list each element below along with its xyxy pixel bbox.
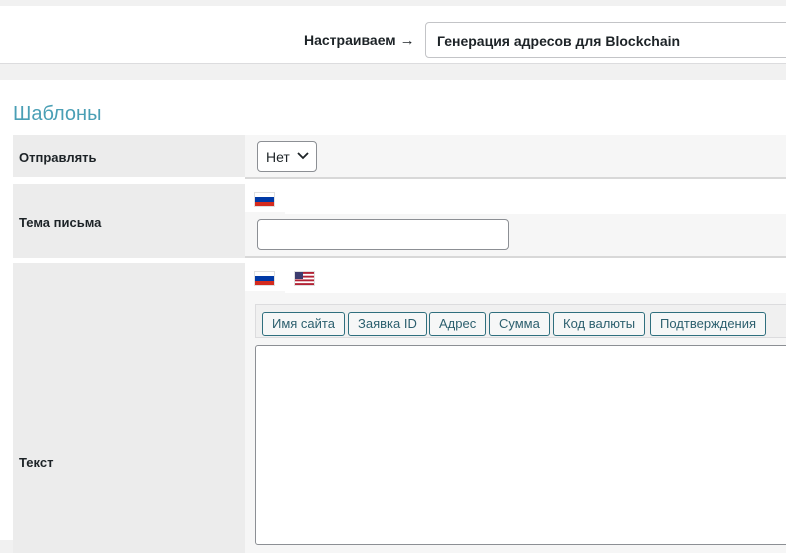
lang-tab-ru[interactable] <box>245 263 285 291</box>
send-row-content: Нет <box>245 135 786 177</box>
top-bar: Настраиваем → Генерация адресов для Block… <box>0 6 786 64</box>
arrow-icon: → <box>399 32 415 49</box>
text-row-label: Текст <box>13 263 245 553</box>
configuring-label: Настраиваем → <box>304 32 415 49</box>
tag-button-site-name[interactable]: Имя сайта <box>262 312 345 336</box>
tag-button-address[interactable]: Адрес <box>429 312 487 336</box>
lang-tab-en[interactable] <box>285 263 325 291</box>
text-row-content: Имя сайта Заявка ID Адрес Сумма Код валю… <box>245 263 786 553</box>
module-select[interactable]: Генерация адресов для Blockchain <box>425 22 786 58</box>
lang-tabs-bar <box>285 184 786 214</box>
subject-row-label: Тема письма <box>13 184 245 258</box>
subject-label: Тема письма <box>19 215 102 230</box>
text-editor[interactable] <box>255 345 786 545</box>
tag-button-amount[interactable]: Сумма <box>489 312 550 336</box>
module-select-value: Генерация адресов для Blockchain <box>437 33 681 49</box>
send-label: Отправлять <box>19 150 97 165</box>
subject-row-content <box>245 184 786 258</box>
chevron-down-icon <box>297 152 309 160</box>
send-select-value: Нет <box>266 149 290 165</box>
russia-flag-icon <box>255 272 274 285</box>
section-title: Шаблоны <box>13 103 102 125</box>
send-row-label: Отправлять <box>13 135 245 177</box>
russia-flag-icon <box>255 193 274 206</box>
send-select[interactable]: Нет <box>257 141 317 172</box>
lang-tabs-bar <box>285 263 786 293</box>
templates-panel: Шаблоны Отправлять Нет Тема письма Текст… <box>0 80 786 553</box>
configuring-text: Настраиваем <box>304 32 396 48</box>
subject-input[interactable] <box>257 219 509 250</box>
tag-button-currency-code[interactable]: Код валюты <box>553 312 646 336</box>
divider <box>245 256 786 258</box>
divider <box>245 177 786 179</box>
tag-toolbar: Имя сайта Заявка ID Адрес Сумма Код валю… <box>255 304 786 338</box>
tag-button-confirmations[interactable]: Подтверждения <box>650 312 767 336</box>
usa-flag-icon <box>295 272 314 285</box>
tag-button-order-id[interactable]: Заявка ID <box>348 312 427 336</box>
lang-tab-ru[interactable] <box>245 184 285 212</box>
text-label: Текст <box>19 455 54 470</box>
